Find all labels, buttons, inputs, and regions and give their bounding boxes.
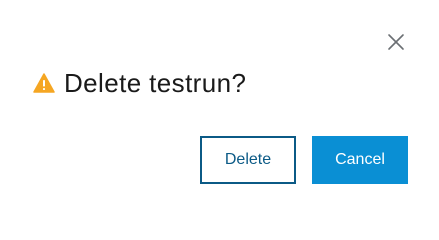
dialog-header: Delete testrun?	[33, 66, 246, 100]
dialog-title: Delete testrun?	[64, 67, 247, 98]
warning-icon	[33, 73, 55, 93]
delete-confirm-dialog: Delete testrun? Delete Cancel	[0, 0, 439, 218]
close-button[interactable]	[384, 32, 408, 56]
delete-button[interactable]: Delete	[200, 136, 296, 184]
close-icon	[387, 33, 405, 56]
cancel-button[interactable]: Cancel	[312, 136, 408, 184]
